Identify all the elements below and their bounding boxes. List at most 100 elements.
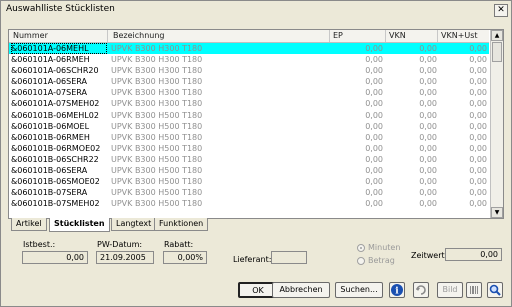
cell-bezeichnung: UPVK B300 H500 T180	[111, 121, 203, 131]
col-header-nummer[interactable]: Nummer	[13, 31, 48, 40]
abbrechen-button[interactable]: Abbrechen	[272, 282, 330, 298]
window-title: Auswahlliste Stücklisten	[6, 4, 115, 14]
info-icon[interactable]: i	[389, 282, 405, 298]
scroll-down-icon[interactable]: ▼	[491, 207, 503, 218]
tab-stuecklisten[interactable]: Stücklisten	[49, 218, 110, 232]
cell-vkn-ust: 0,00	[469, 177, 487, 187]
cell-vkn: 0,00	[419, 177, 437, 187]
cell-ep: 0,00	[365, 132, 383, 142]
col-header-vkn[interactable]: VKN	[389, 31, 406, 40]
table-row[interactable]: &060101A-06SCHR20 UPVK B300 H300 T180 0,00…	[9, 65, 489, 76]
cell-bezeichnung: UPVK B300 H500 T180	[111, 132, 203, 142]
cell-vkn-ust: 0,00	[469, 143, 487, 153]
title-bar: Auswahlliste Stücklisten ✕	[1, 1, 511, 18]
barcode-icon[interactable]	[466, 282, 482, 298]
table-row[interactable]: &060101B-07SMEH02 UPVK B300 H500 T180 0,00…	[9, 198, 489, 209]
bild-button[interactable]: Bild	[437, 282, 463, 298]
cell-ep: 0,00	[365, 143, 383, 153]
cell-ep: 0,00	[365, 154, 383, 164]
table-row[interactable]: &060101A-06SERA UPVK B300 H300 T180 0,00 0,…	[9, 76, 489, 87]
cell-ep: 0,00	[365, 188, 383, 198]
cell-bezeichnung: UPVK B300 H500 T180	[111, 143, 203, 153]
cell-nummer: &060101B-07SERA	[11, 188, 88, 198]
cell-vkn: 0,00	[419, 44, 437, 53]
cell-ep: 0,00	[365, 177, 383, 187]
cell-nummer: &060101B-06MEHL02	[11, 110, 99, 120]
table-row[interactable]: &060101B-07SERA UPVK B300 H500 T180 0,00 0,…	[9, 187, 489, 198]
scroll-up-icon[interactable]: ▲	[491, 30, 503, 41]
tab-artikel[interactable]: Artikel	[11, 218, 47, 231]
stuecklisten-grid[interactable]: Nummer Bezeichnung EP VKN VKN+Ust &06010…	[8, 29, 504, 219]
radio-minuten[interactable]	[357, 244, 365, 252]
cell-vkn-ust: 0,00	[469, 88, 487, 98]
cell-nummer: &060101A-06SERA	[11, 77, 87, 87]
pwdatum-field: 21.09.2005	[96, 251, 154, 264]
rabatt-field: 0,00%	[163, 251, 207, 264]
tab-langtext[interactable]: Langtext	[111, 218, 157, 231]
cell-bezeichnung: UPVK B300 H500 T180	[111, 188, 203, 198]
cell-bezeichnung: UPVK B300 H500 T180	[111, 110, 203, 120]
cell-vkn: 0,00	[419, 121, 437, 131]
cell-vkn: 0,00	[419, 154, 437, 164]
cell-vkn-ust: 0,00	[469, 55, 487, 65]
cell-nummer: &060101B-06SERA	[11, 166, 88, 176]
table-row[interactable]: &060101B-06MOEL UPVK B300 H500 T180 0,00 0,…	[9, 121, 489, 132]
cell-ep: 0,00	[365, 121, 383, 131]
cell-nummer: &060101A-06SCHR20	[11, 66, 99, 76]
cell-bezeichnung: UPVK B300 H500 T180	[111, 177, 203, 187]
cell-vkn: 0,00	[419, 199, 437, 209]
col-header-bezeichnung[interactable]: Bezeichnung	[113, 31, 165, 40]
cell-ep: 0,00	[365, 110, 383, 120]
cell-nummer: &060101B-07SMEH02	[11, 199, 100, 209]
cell-bezeichnung: UPVK B300 H500 T180	[111, 154, 203, 164]
cell-bezeichnung: UPVK B300 H300 T180	[111, 99, 203, 109]
suchen-button[interactable]: Suchen...	[335, 282, 383, 298]
table-row[interactable]: &060101B-06SERA UPVK B300 H500 T180 0,00 0,…	[9, 165, 489, 176]
zeitwert-field: 0,00	[445, 248, 502, 261]
cell-ep: 0,00	[365, 88, 383, 98]
table-row[interactable]: &060101B-06MEHL02 UPVK B300 H500 T180 0,00…	[9, 110, 489, 121]
scroll-thumb[interactable]	[492, 42, 502, 62]
radio-betrag[interactable]	[357, 257, 365, 265]
cell-ep: 0,00	[365, 166, 383, 176]
cell-ep: 0,00	[365, 99, 383, 109]
table-row[interactable]: &060101A-07SMEH02 UPVK B300 H300 T180 0,00…	[9, 98, 489, 109]
close-button[interactable]: ✕	[494, 4, 508, 17]
cell-vkn: 0,00	[419, 77, 437, 87]
cell-nummer: &060101B-06RMOE02	[11, 143, 101, 153]
cell-vkn: 0,00	[419, 99, 437, 109]
cell-vkn: 0,00	[419, 188, 437, 198]
table-row[interactable]: &060101B-06RMEH UPVK B300 H500 T180 0,00 0,…	[9, 132, 489, 143]
col-header-vkn-ust[interactable]: VKN+Ust	[441, 31, 478, 40]
cell-vkn: 0,00	[419, 143, 437, 153]
cell-vkn: 0,00	[419, 55, 437, 65]
rabatt-label: Rabatt:	[164, 240, 194, 249]
col-header-ep[interactable]: EP	[333, 31, 343, 40]
cell-bezeichnung: UPVK B300 H300 T180	[111, 77, 203, 87]
table-row[interactable]: &060101B-06RMOE02 UPVK B300 H500 T180 0,00…	[9, 143, 489, 154]
table-row[interactable]: &060101A-06RMEH UPVK B300 H300 T180 0,00 0,…	[9, 54, 489, 65]
cell-vkn-ust: 0,00	[469, 188, 487, 198]
refresh-icon[interactable]	[413, 282, 429, 298]
cell-nummer: &060101B-06RMEH	[11, 132, 90, 142]
cell-bezeichnung: UPVK B300 H500 T180	[111, 199, 203, 209]
magnifier-icon[interactable]	[487, 282, 503, 298]
dialog-window: Auswahlliste Stücklisten ✕ Nummer Bezeic…	[0, 0, 512, 307]
cell-bezeichnung: UPVK B300 H300 T180	[111, 66, 203, 76]
cell-ep: 0,00	[365, 77, 383, 87]
table-row[interactable]: &060101B-06SCHR22 UPVK B300 H500 T180 0,00…	[9, 154, 489, 165]
cell-vkn-ust: 0,00	[469, 121, 487, 131]
table-row[interactable]: &060101B-06SMOE02 UPVK B300 H500 T180 0,00…	[9, 176, 489, 187]
cell-bezeichnung: UPVK B300 H500 T180	[111, 166, 203, 176]
cell-vkn-ust: 0,00	[469, 99, 487, 109]
vertical-scrollbar[interactable]: ▲ ▼	[490, 30, 503, 218]
pwdatum-label: PW-Datum:	[97, 240, 143, 249]
cell-vkn-ust: 0,00	[469, 166, 487, 176]
cell-bezeichnung: UPVK B300 H300 T180	[111, 55, 203, 65]
grid-rows: &060101A-06MEHL UPVK B300 H300 T180 0,00 0,…	[9, 43, 489, 209]
table-row[interactable]: &060101A-07SERA UPVK B300 H300 T180 0,00 0,…	[9, 87, 489, 98]
tab-funktionen[interactable]: Funktionen	[154, 218, 209, 231]
istbest-field: 0,00	[22, 251, 88, 264]
table-row[interactable]: &060101A-06MEHL UPVK B300 H300 T180 0,00 0,…	[9, 43, 489, 55]
cell-nummer: &060101B-06SCHR22	[11, 154, 99, 164]
